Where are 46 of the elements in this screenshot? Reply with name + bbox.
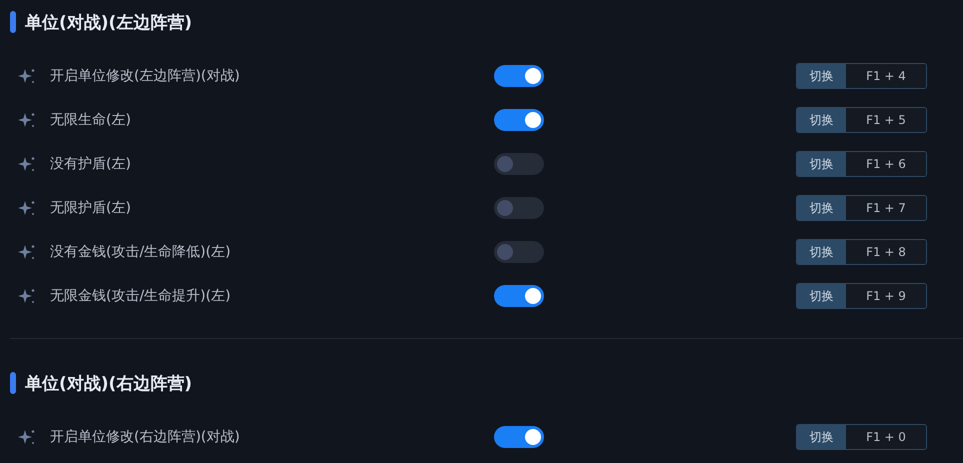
cheat-label: 没有金钱(攻击/生命降低)(左)	[50, 243, 232, 261]
hotkey-field[interactable]: 切换 F1 + 8	[796, 239, 927, 265]
hotkey-field[interactable]: 切换 F1 + 7	[796, 195, 927, 221]
cheat-label: 无限生命(左)	[50, 111, 132, 129]
hotkey-label: F1 + 0	[846, 425, 926, 449]
section-marker	[10, 11, 16, 33]
hotkey-label: F1 + 4	[846, 64, 926, 88]
toggle-switch[interactable]	[494, 241, 544, 263]
hotkey-field[interactable]: 切换 F1 + 4	[796, 63, 927, 89]
toggle-switch[interactable]	[494, 109, 544, 131]
hotkey-field[interactable]: 切换 F1 + 0	[796, 424, 927, 450]
cheat-label: 没有护盾(左)	[50, 155, 132, 173]
hotkey-field[interactable]: 切换 F1 + 5	[796, 107, 927, 133]
toggle-action-button[interactable]: 切换	[797, 425, 846, 449]
sparkle-icon	[18, 199, 36, 217]
sparkle-icon	[18, 111, 36, 129]
cheat-label: 开启单位修改(左边阵营)(对战)	[50, 67, 241, 85]
sparkle-icon	[18, 155, 36, 173]
toggle-switch[interactable]	[494, 65, 544, 87]
sparkle-icon	[18, 428, 36, 446]
sparkle-icon	[18, 287, 36, 305]
cheat-label: 无限护盾(左)	[50, 199, 132, 217]
hotkey-field[interactable]: 切换 F1 + 9	[796, 283, 927, 309]
sparkle-icon	[18, 67, 36, 85]
toggle-action-button[interactable]: 切换	[797, 64, 846, 88]
hotkey-label: F1 + 5	[846, 108, 926, 132]
toggle-switch[interactable]	[494, 426, 544, 448]
hotkey-label: F1 + 9	[846, 284, 926, 308]
toggle-switch[interactable]	[494, 197, 544, 219]
cheat-label: 开启单位修改(右边阵营)(对战)	[50, 428, 241, 446]
section-title: 单位(对战)(左边阵营)	[25, 12, 192, 34]
cheat-label: 无限金钱(攻击/生命提升)(左)	[50, 287, 232, 305]
toggle-action-button[interactable]: 切换	[797, 152, 846, 176]
toggle-switch[interactable]	[494, 153, 544, 175]
toggle-action-button[interactable]: 切换	[797, 284, 846, 308]
toggle-action-button[interactable]: 切换	[797, 196, 846, 220]
hotkey-label: F1 + 8	[846, 240, 926, 264]
sparkle-icon	[18, 243, 36, 261]
hotkey-field[interactable]: 切换 F1 + 6	[796, 151, 927, 177]
section-title: 单位(对战)(右边阵营)	[25, 372, 192, 394]
hotkey-label: F1 + 6	[846, 152, 926, 176]
section-marker	[10, 372, 16, 394]
toggle-switch[interactable]	[494, 285, 544, 307]
hotkey-label: F1 + 7	[846, 196, 926, 220]
toggle-action-button[interactable]: 切换	[797, 240, 846, 264]
toggle-action-button[interactable]: 切换	[797, 108, 846, 132]
